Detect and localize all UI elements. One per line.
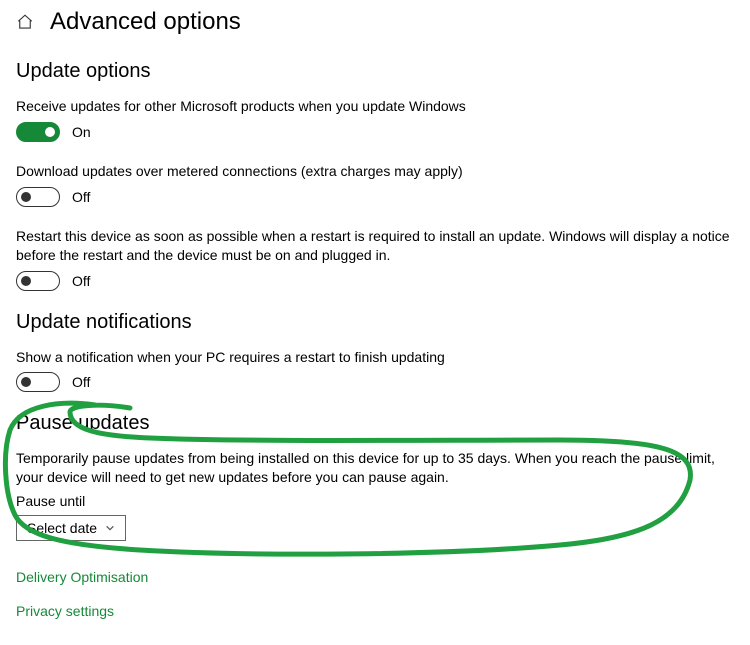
delivery-optimisation-link[interactable]: Delivery Optimisation: [16, 569, 734, 585]
restart-text: Restart this device as soon as possible …: [16, 227, 734, 265]
receive-updates-state: On: [72, 124, 91, 140]
pause-until-select[interactable]: Select date: [16, 515, 126, 541]
section-title-pause: Pause updates: [16, 412, 734, 435]
pause-until-select-label: Select date: [27, 520, 97, 536]
show-notification-text: Show a notification when your PC require…: [16, 348, 734, 367]
section-title-update-options: Update options: [16, 60, 734, 83]
metered-toggle[interactable]: [16, 187, 60, 207]
receive-updates-text: Receive updates for other Microsoft prod…: [16, 97, 734, 116]
pause-description: Temporarily pause updates from being ins…: [16, 449, 734, 487]
toggle-knob-icon: [45, 127, 55, 137]
metered-toggle-row: Off: [16, 187, 734, 207]
toggle-knob-icon: [21, 192, 31, 202]
page-title: Advanced options: [50, 8, 241, 36]
page-header: Advanced options: [16, 8, 734, 36]
restart-toggle[interactable]: [16, 271, 60, 291]
metered-text: Download updates over metered connection…: [16, 162, 734, 181]
show-notification-state: Off: [72, 374, 90, 390]
show-notification-toggle[interactable]: [16, 372, 60, 392]
home-icon[interactable]: [16, 13, 34, 31]
toggle-knob-icon: [21, 276, 31, 286]
chevron-down-icon: [105, 523, 115, 533]
update-notifications-section: Update notifications Show a notification…: [16, 311, 734, 393]
privacy-settings-link[interactable]: Privacy settings: [16, 603, 734, 619]
pause-until-label: Pause until: [16, 493, 734, 509]
show-notification-toggle-row: Off: [16, 372, 734, 392]
receive-updates-toggle-row: On: [16, 122, 734, 142]
restart-toggle-row: Off: [16, 271, 734, 291]
toggle-knob-icon: [21, 377, 31, 387]
restart-state: Off: [72, 273, 90, 289]
pause-updates-section: Pause updates Temporarily pause updates …: [16, 412, 734, 541]
receive-updates-toggle[interactable]: [16, 122, 60, 142]
update-options-section: Update options Receive updates for other…: [16, 60, 734, 291]
metered-state: Off: [72, 189, 90, 205]
section-title-notifications: Update notifications: [16, 311, 734, 334]
